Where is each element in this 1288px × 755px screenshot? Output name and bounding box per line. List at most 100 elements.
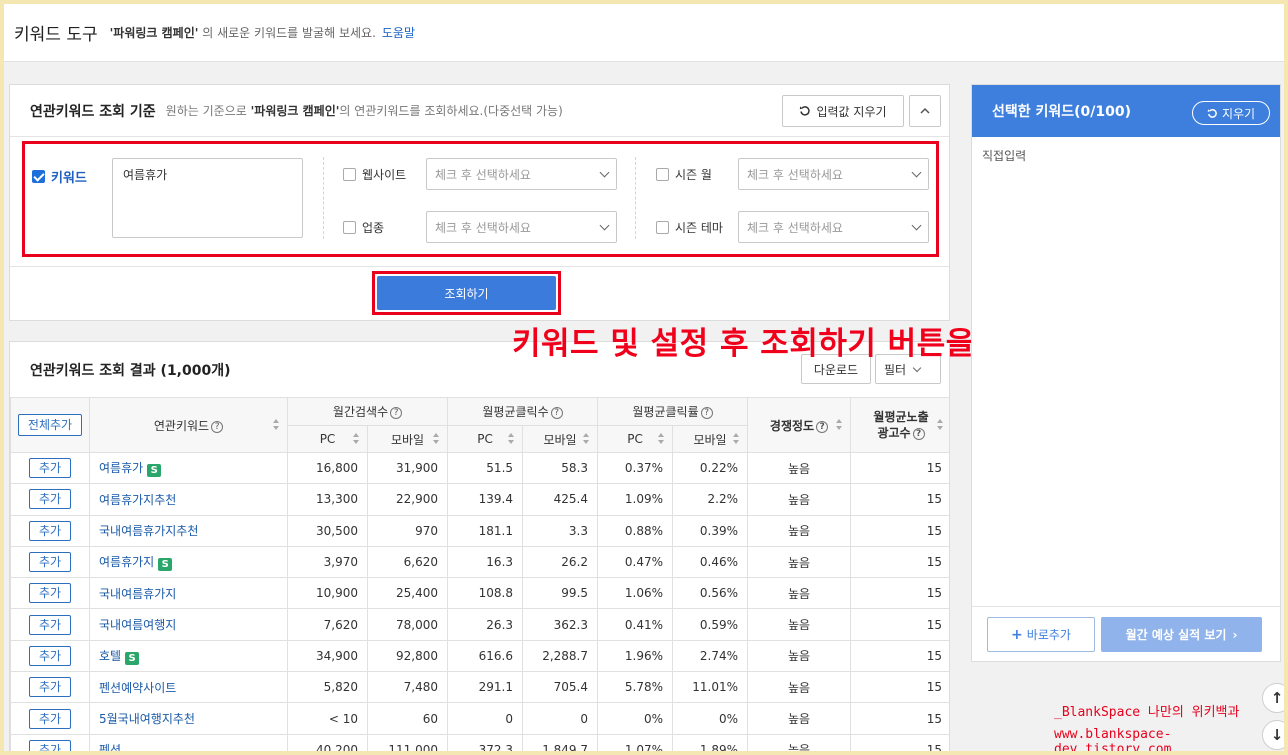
- competition-header[interactable]: 경쟁정도?: [747, 397, 852, 453]
- plus-icon: +: [1011, 626, 1023, 643]
- add-cell: 추가: [10, 733, 90, 754]
- ctr-pc-header[interactable]: PC: [597, 425, 674, 453]
- table-row: 추가 국내여름휴가지 10,900 25,400 108.8 99.5 1.06% 0.56%…: [10, 577, 949, 610]
- help-icon[interactable]: ?: [912, 428, 925, 440]
- metric-cell: 0.59%: [672, 608, 749, 641]
- shopping-badge: S: [147, 464, 162, 478]
- collapse-button[interactable]: [909, 95, 941, 127]
- help-icon[interactable]: ?: [700, 407, 713, 419]
- keyword-cell[interactable]: 여름휴가지추천: [89, 483, 288, 516]
- keyword-link[interactable]: 국내여름여행지: [99, 618, 176, 632]
- keyword-link[interactable]: 펜션예약사이트: [99, 681, 176, 695]
- metric-cell: 2,288.7: [522, 639, 599, 673]
- keyword-link[interactable]: 펜션: [99, 743, 121, 754]
- monthly-forecast-button[interactable]: 월간 예상 실적 보기 ›: [1101, 617, 1262, 652]
- clicks-mobile-header[interactable]: 모바일: [522, 425, 599, 453]
- keyword-column-header[interactable]: 연관키워드?: [89, 397, 288, 453]
- help-icon[interactable]: ?: [816, 420, 829, 433]
- clear-selected-button[interactable]: 지우기: [1192, 101, 1270, 125]
- sort-icon[interactable]: [508, 433, 515, 445]
- metric-cell: 16.3: [447, 545, 524, 579]
- help-icon[interactable]: ?: [211, 420, 224, 433]
- highlight-box: [372, 271, 561, 315]
- add-keyword-button[interactable]: 추가: [29, 645, 71, 666]
- keyword-cell[interactable]: 국내여름여행지: [89, 608, 288, 641]
- keyword-cell[interactable]: 여름휴가 S: [89, 451, 288, 485]
- keyword-link[interactable]: 국내여름휴가지: [99, 587, 176, 601]
- keyword-link[interactable]: 여름휴가지추천: [99, 493, 176, 507]
- subtitle-text: 의 새로운 키워드를 발굴해 보세요.: [202, 26, 376, 40]
- keyword-link[interactable]: 5월국내여행지추천: [99, 712, 195, 726]
- keyword-link[interactable]: 국내여름휴가지추천: [99, 524, 198, 538]
- sort-icon[interactable]: [658, 433, 665, 445]
- mobile-label: 모바일: [390, 432, 425, 447]
- chevron-up-icon: [920, 107, 930, 114]
- keyword-link[interactable]: 호텔: [99, 649, 121, 663]
- keyword-cell[interactable]: 국내여름휴가지: [89, 577, 288, 610]
- table-row: 추가 국내여름여행지 7,620 78,000 26.3 362.3 0.41% 0.59% 높…: [10, 608, 949, 641]
- keyword-cell[interactable]: 호텔 S: [89, 639, 288, 673]
- search-mobile-header[interactable]: 모바일: [366, 425, 449, 453]
- add-keyword-button[interactable]: 추가: [29, 520, 71, 541]
- monthly-search-label: 월간검색수: [332, 405, 389, 419]
- direct-input-area[interactable]: 직접입력: [982, 147, 1026, 164]
- metric-cell: 0: [447, 702, 524, 735]
- keyword-cell[interactable]: 여름휴가지 S: [89, 545, 288, 579]
- sort-icon[interactable]: [937, 419, 944, 431]
- table-row: 추가 펜션 40,200 111,000 372.3 1,849.7 1.07% 1.89% 높…: [10, 733, 949, 754]
- reset-inputs-button[interactable]: 입력값 지우기: [782, 95, 904, 127]
- sort-icon[interactable]: [353, 433, 359, 445]
- help-link[interactable]: 도움말: [382, 24, 415, 41]
- avg-ads-label-line2: 광고수: [877, 426, 911, 440]
- ctr-mobile-header[interactable]: 모바일: [672, 425, 749, 453]
- keyword-cell[interactable]: 5월국내여행지추천: [89, 702, 288, 735]
- metric-cell: 26.3: [447, 608, 524, 641]
- metric-cell: 425.4: [522, 483, 599, 516]
- add-keyword-button[interactable]: 추가: [29, 614, 71, 635]
- watermark-line2: www.blankspace-dev.tistory.com: [1054, 727, 1172, 755]
- scroll-bottom-button[interactable]: ↓: [1262, 720, 1288, 750]
- competition-cell: 높음: [747, 608, 852, 641]
- metric-cell: 372.3: [447, 733, 524, 754]
- add-cell: 추가: [10, 608, 90, 641]
- criteria-description: 원하는 기준으로 '파워링크 캠페인'의 연관키워드를 조회하세요.(다중선택 …: [166, 102, 563, 119]
- avg-ads-header[interactable]: 월평균노출 광고수?: [850, 397, 949, 453]
- quick-add-button[interactable]: + 바로추가: [987, 617, 1095, 652]
- add-cell: 추가: [10, 514, 90, 547]
- add-cell: 추가: [10, 451, 90, 485]
- add-all-header: 전체추가: [10, 397, 90, 453]
- sort-icon[interactable]: [583, 433, 590, 445]
- search-pc-header[interactable]: PC: [287, 425, 368, 453]
- ads-count-cell: 15: [850, 639, 949, 673]
- metric-cell: 51.5: [447, 451, 524, 485]
- keyword-cell[interactable]: 펜션: [89, 733, 288, 754]
- add-keyword-button[interactable]: 추가: [29, 739, 71, 754]
- metric-cell: 5,820: [287, 671, 368, 704]
- clicks-pc-header[interactable]: PC: [447, 425, 524, 453]
- add-keyword-button[interactable]: 추가: [29, 489, 71, 510]
- keyword-cell[interactable]: 국내여름휴가지추천: [89, 514, 288, 547]
- keyword-link[interactable]: 여름휴가: [99, 461, 143, 475]
- sort-icon[interactable]: [273, 419, 279, 431]
- add-keyword-button[interactable]: 추가: [29, 458, 71, 479]
- metric-cell: 5.78%: [597, 671, 674, 704]
- sort-icon[interactable]: [836, 419, 843, 431]
- help-icon[interactable]: ?: [550, 407, 563, 419]
- metric-cell: 362.3: [522, 608, 599, 641]
- add-cell: 추가: [10, 545, 90, 579]
- metric-cell: 0%: [672, 702, 749, 735]
- selected-keywords-header: 선택한 키워드(0/100) 지우기: [972, 85, 1280, 137]
- sort-icon[interactable]: [433, 433, 440, 445]
- sort-icon[interactable]: [733, 433, 740, 445]
- add-keyword-button[interactable]: 추가: [29, 583, 71, 604]
- keyword-cell[interactable]: 펜션예약사이트: [89, 671, 288, 704]
- scroll-top-button[interactable]: ↑: [1262, 683, 1288, 713]
- keyword-link[interactable]: 여름휴가지: [99, 555, 154, 569]
- add-keyword-button[interactable]: 추가: [29, 708, 71, 729]
- add-keyword-button[interactable]: 추가: [29, 677, 71, 698]
- add-keyword-button[interactable]: 추가: [29, 552, 71, 573]
- add-all-button[interactable]: 전체추가: [18, 414, 82, 436]
- metric-cell: 108.8: [447, 577, 524, 610]
- metric-cell: 0: [522, 702, 599, 735]
- help-icon[interactable]: ?: [390, 407, 403, 419]
